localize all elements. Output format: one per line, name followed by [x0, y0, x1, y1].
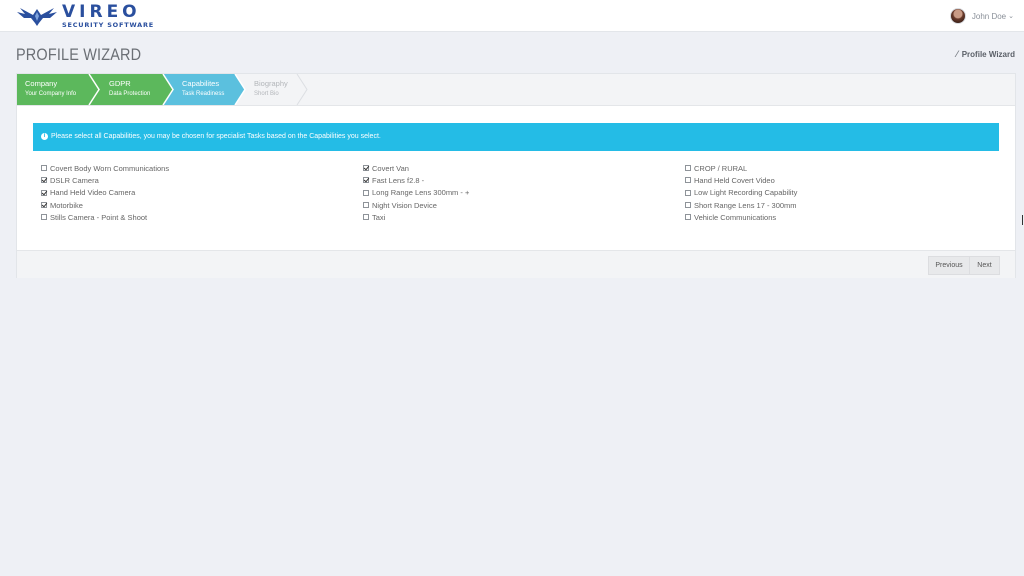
chevron-down-icon: ⌄ [1008, 13, 1014, 20]
step-title: Biography [254, 79, 288, 88]
capability-label: Hand Held Covert Video [694, 175, 775, 185]
eagle-logo-icon [17, 8, 57, 26]
avatar [949, 8, 966, 24]
magic-wand-icon: ⁄ [956, 49, 958, 59]
checkbox[interactable] [41, 214, 47, 221]
capability-item[interactable]: CROP / RURAL [685, 162, 797, 174]
capability-item[interactable]: Fast Lens f2.8 - [363, 174, 469, 186]
capability-item[interactable]: Covert Body Worn Communications [41, 162, 169, 174]
breadcrumb[interactable]: ⁄ Profile Wizard [956, 49, 1015, 59]
step-biography[interactable]: Biography Short Bio [254, 74, 288, 105]
capability-item[interactable]: Stills Camera - Point & Shoot [41, 211, 169, 223]
checkbox[interactable] [685, 165, 691, 172]
step-title: GDPR [109, 79, 131, 88]
checkbox[interactable] [41, 189, 47, 196]
step-capabilities[interactable]: Capabilites Task Readiness [182, 74, 224, 105]
checkbox[interactable] [363, 177, 369, 184]
capability-item[interactable]: Night Vision Device [363, 199, 469, 211]
capability-item[interactable]: Motorbike [41, 199, 169, 211]
step-subtitle: Short Bio [254, 91, 279, 97]
capability-label: Covert Body Worn Communications [50, 163, 170, 173]
step-subtitle: Your Company Info [25, 91, 77, 97]
wizard-body: i Please select all Capabilities, you ma… [33, 123, 999, 222]
capability-label: Vehicle Communications [694, 212, 777, 222]
capability-label: Taxi [372, 212, 386, 222]
step-subtitle: Task Readiness [182, 91, 225, 97]
capabilities-column-3: CROP / RURAL Hand Held Covert Video Low … [685, 162, 797, 223]
capability-item[interactable]: Low Light Recording Capability [685, 187, 797, 199]
capability-item[interactable]: Hand Held Video Camera [41, 187, 169, 199]
capability-label: Stills Camera - Point & Shoot [50, 212, 148, 222]
wizard-panel: Company Your Company Info GDPR Data Prot… [16, 73, 1016, 278]
capability-item[interactable]: Vehicle Communications [685, 211, 797, 223]
checkbox[interactable] [685, 202, 691, 209]
capability-item[interactable]: Covert Van [363, 162, 469, 174]
capability-item[interactable]: Hand Held Covert Video [685, 174, 797, 186]
capability-label: Low Light Recording Capability [694, 188, 798, 198]
info-icon: i [41, 133, 48, 140]
capability-label: Covert Van [372, 163, 409, 173]
capability-label: DSLR Camera [50, 175, 99, 185]
checkbox[interactable] [363, 202, 369, 209]
breadcrumb-label: Profile Wizard [961, 49, 1015, 59]
step-title: Company [25, 79, 58, 88]
capabilities-column-2: Covert Van Fast Lens f2.8 - Long Range L… [363, 162, 469, 223]
capability-item[interactable]: Taxi [363, 211, 469, 223]
capability-label: Motorbike [50, 200, 83, 210]
checkbox[interactable] [41, 202, 47, 209]
user-name: John Doe [971, 11, 1007, 21]
checkbox[interactable] [41, 165, 47, 172]
alert-text: Please select all Capabilities, you may … [51, 133, 381, 140]
logo-name: VIREO [62, 1, 141, 22]
checkbox[interactable] [41, 177, 47, 184]
top-header: VIREO SECURITY SOFTWARE John Doe ⌄ [0, 0, 1024, 32]
wizard-steps: Company Your Company Info GDPR Data Prot… [17, 74, 1015, 106]
checkbox[interactable] [363, 165, 369, 172]
capability-item[interactable]: DSLR Camera [41, 174, 169, 186]
page-title: PROFILE WIZARD [16, 45, 142, 64]
checkbox[interactable] [363, 214, 369, 221]
next-button[interactable]: Next [969, 256, 1000, 275]
step-title: Capabilites [182, 79, 220, 88]
info-alert: i Please select all Capabilities, you ma… [33, 123, 999, 151]
checkbox[interactable] [685, 214, 691, 221]
step-company[interactable]: Company Your Company Info [25, 74, 76, 105]
capability-item[interactable]: Short Range Lens 17 - 300mm [685, 199, 797, 211]
capability-label: CROP / RURAL [694, 163, 748, 173]
checkbox[interactable] [363, 189, 369, 196]
user-menu[interactable]: John Doe ⌄ [949, 8, 1014, 24]
capability-item[interactable]: Long Range Lens 300mm - + [363, 187, 469, 199]
capabilities-column-1: Covert Body Worn Communications DSLR Cam… [41, 162, 169, 223]
checkbox[interactable] [685, 177, 691, 184]
text-cursor [1022, 215, 1023, 225]
capability-label: Short Range Lens 17 - 300mm [694, 200, 797, 210]
previous-button[interactable]: Previous [928, 256, 970, 275]
step-gdpr[interactable]: GDPR Data Protection [109, 74, 150, 105]
capability-label: Hand Held Video Camera [50, 188, 136, 198]
capability-label: Fast Lens f2.8 - [372, 175, 425, 185]
checkbox[interactable] [685, 189, 691, 196]
step-subtitle: Data Protection [109, 91, 151, 97]
vireo-logo[interactable]: VIREO SECURITY SOFTWARE [16, 3, 154, 29]
logo-subtitle: SECURITY SOFTWARE [62, 20, 155, 29]
capability-label: Night Vision Device [372, 200, 437, 210]
capability-label: Long Range Lens 300mm - + [372, 188, 470, 198]
wizard-footer: Previous Next [17, 250, 1015, 278]
